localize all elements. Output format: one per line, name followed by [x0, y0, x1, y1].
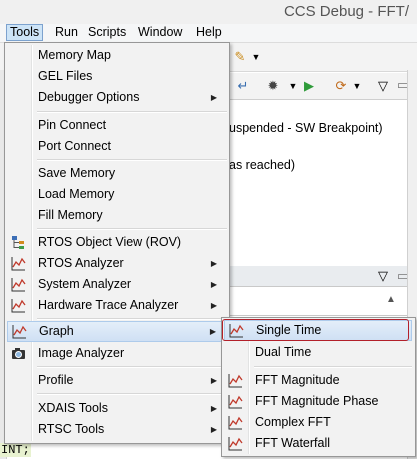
tools-menu: Memory Map GEL Files Debugger Options ▶ … — [4, 42, 230, 444]
lower-panel-header: ▽ ▭ — [225, 266, 417, 287]
dropdown-arrow-icon[interactable]: ▼ — [349, 78, 365, 94]
menu-separator — [37, 393, 227, 395]
step-icon[interactable]: ↵ — [235, 78, 251, 94]
menu-separator — [37, 111, 227, 113]
dropdown-arrow-icon[interactable]: ▼ — [285, 78, 301, 94]
menu-item-xdais-tools[interactable]: XDAIS Tools ▶ — [7, 398, 225, 419]
menu-item-label: RTOS Analyzer — [38, 256, 124, 270]
menu-item-image-analyzer[interactable]: Image Analyzer — [7, 343, 225, 364]
menu-separator — [37, 228, 227, 230]
menu-item-gel-files[interactable]: GEL Files — [7, 66, 225, 87]
chart-icon — [229, 324, 244, 338]
menu-item-label: Pin Connect — [38, 118, 107, 132]
submenu-item-fft-magnitude[interactable]: FFT Magnitude — [224, 370, 412, 391]
menu-item-label: Debugger Options — [38, 90, 140, 104]
menu-item-debugger-options[interactable]: Debugger Options ▶ — [7, 87, 225, 108]
chart-icon — [228, 437, 243, 451]
view-menu-icon[interactable]: ▽ — [375, 268, 391, 284]
submenu-item-dual-time[interactable]: Dual Time — [224, 342, 412, 363]
menu-item-pin-connect[interactable]: Pin Connect — [7, 115, 225, 136]
menu-item-label: Graph — [39, 324, 74, 338]
menu-item-memory-map[interactable]: Memory Map — [7, 45, 225, 66]
chart-icon — [12, 325, 27, 339]
menu-item-rtos-object-view[interactable]: RTOS Object View (ROV) — [7, 232, 225, 253]
window-title: CCS Debug - FFT/ — [283, 3, 409, 20]
menu-separator — [37, 159, 227, 161]
submenu-item-single-time[interactable]: Single Time — [224, 320, 412, 341]
submenu-arrow-icon: ▶ — [210, 425, 217, 434]
chart-icon — [228, 416, 243, 430]
submenu-item-label: FFT Waterfall — [255, 436, 331, 450]
menu-window[interactable]: Window — [135, 24, 185, 41]
run-icon[interactable]: ▶ — [301, 78, 317, 94]
menu-help[interactable]: Help — [193, 24, 225, 41]
submenu-arrow-icon: ▶ — [210, 404, 217, 413]
menu-item-fill-memory[interactable]: Fill Memory — [7, 205, 225, 226]
menu-item-label: System Analyzer — [38, 277, 132, 291]
submenu-item-label: Dual Time — [255, 345, 312, 359]
submenu-item-label: Complex FFT — [255, 415, 331, 429]
submenu-item-label: FFT Magnitude — [255, 373, 340, 387]
target-icon[interactable]: ✹ — [265, 78, 281, 94]
submenu-arrow-icon: ▶ — [210, 259, 217, 268]
menu-scripts[interactable]: Scripts — [85, 24, 129, 41]
camera-icon — [12, 348, 25, 359]
chart-icon — [228, 395, 243, 409]
menu-tools[interactable]: Tools — [6, 24, 44, 41]
submenu-arrow-icon: ▶ — [210, 280, 217, 289]
code-fragment: INT; — [0, 443, 31, 457]
menu-item-load-memory[interactable]: Load Memory — [7, 184, 225, 205]
menu-item-label: Profile — [38, 373, 74, 387]
menu-item-save-memory[interactable]: Save Memory — [7, 163, 225, 184]
submenu-arrow-icon: ▶ — [210, 93, 217, 102]
scroll-up-icon[interactable]: ▲ — [383, 292, 399, 308]
menu-item-label: Memory Map — [38, 48, 111, 62]
refresh-icon[interactable]: ⟳ — [333, 78, 349, 94]
submenu-item-fft-waterfall[interactable]: FFT Waterfall — [224, 433, 412, 454]
menu-item-label: Port Connect — [38, 139, 111, 153]
chart-icon — [11, 278, 26, 292]
menu-separator — [254, 366, 412, 368]
submenu-item-fft-magnitude-phase[interactable]: FFT Magnitude Phase — [224, 391, 412, 412]
submenu-arrow-icon: ▶ — [210, 301, 217, 310]
menu-item-label: RTSC Tools — [38, 422, 105, 436]
menu-item-label: Image Analyzer — [38, 346, 125, 360]
chart-icon — [228, 374, 243, 388]
menu-item-label: Fill Memory — [38, 208, 103, 222]
debug-status-line: uspended - SW Breakpoint) — [229, 121, 383, 135]
dropdown-arrow-icon[interactable]: ▼ — [248, 49, 264, 65]
menu-separator — [37, 318, 227, 320]
menu-bar: Tools Run Scripts Window Help — [0, 24, 417, 43]
menu-item-rtsc-tools[interactable]: RTSC Tools ▶ — [7, 419, 225, 440]
menu-item-graph[interactable]: Graph ▶ — [7, 321, 225, 342]
title-bar: CCS Debug - FFT/ — [0, 0, 417, 24]
menu-run[interactable]: Run — [52, 24, 81, 41]
submenu-arrow-icon: ▶ — [210, 376, 217, 385]
menu-item-port-connect[interactable]: Port Connect — [7, 136, 225, 157]
menu-separator — [37, 366, 227, 368]
submenu-item-label: Single Time — [256, 323, 322, 337]
menu-item-profile[interactable]: Profile ▶ — [7, 370, 225, 391]
debug-toolbar: ↵ ✹ ▼ ▶ ⟳ ▼ ▽ ▭ — [225, 73, 417, 100]
menu-item-label: XDAIS Tools — [38, 401, 108, 415]
menu-item-label: Hardware Trace Analyzer — [38, 298, 179, 312]
graph-submenu: Single Time Dual Time FFT Magnitude FFT … — [221, 317, 416, 457]
submenu-item-complex-fft[interactable]: Complex FFT — [224, 412, 412, 433]
menu-item-hardware-trace-analyzer[interactable]: Hardware Trace Analyzer ▶ — [7, 295, 225, 316]
chart-icon — [11, 299, 26, 313]
view-menu-icon[interactable]: ▽ — [375, 78, 391, 94]
submenu-arrow-icon: ▶ — [209, 327, 216, 336]
menu-item-label: RTOS Object View (ROV) — [38, 235, 182, 249]
menu-item-label: GEL Files — [38, 69, 93, 83]
debug-status-line: as reached) — [229, 158, 296, 172]
menu-item-label: Save Memory — [38, 166, 116, 180]
wrench-icon[interactable]: ✎ — [232, 49, 248, 65]
chart-icon — [11, 257, 26, 271]
menu-item-system-analyzer[interactable]: System Analyzer ▶ — [7, 274, 225, 295]
submenu-item-label: FFT Magnitude Phase — [255, 394, 379, 408]
rov-tree-icon — [12, 236, 24, 249]
menu-item-label: Load Memory — [38, 187, 115, 201]
menu-item-rtos-analyzer[interactable]: RTOS Analyzer ▶ — [7, 253, 225, 274]
